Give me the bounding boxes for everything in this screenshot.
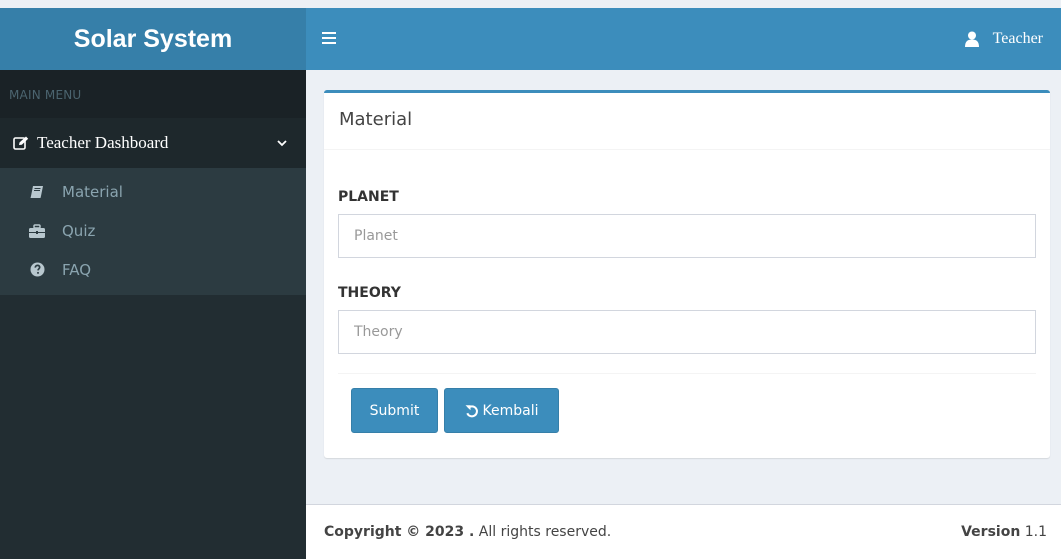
planet-input[interactable] xyxy=(338,214,1036,258)
material-form-box: Material PLANET THEORY Submit Kembali xyxy=(324,90,1050,458)
submit-button[interactable]: Submit xyxy=(351,388,438,433)
sidebar-item-label: FAQ xyxy=(62,260,92,279)
copyright-bold: Copyright © 2023 . xyxy=(324,524,475,540)
chevron-down-icon xyxy=(274,139,290,147)
undo-icon xyxy=(465,404,479,418)
copyright-text: Copyright © 2023 . All rights reserved. xyxy=(324,524,961,540)
briefcase-icon xyxy=(28,223,46,239)
back-button[interactable]: Kembali xyxy=(444,388,559,433)
user-menu[interactable]: Teacher xyxy=(964,8,1043,70)
sidebar-item-material[interactable]: Material xyxy=(0,172,306,211)
sidebar-submenu: Material Quiz FAQ xyxy=(0,168,306,295)
sidebar-item-teacher-dashboard[interactable]: Teacher Dashboard xyxy=(0,118,306,168)
box-title: Material xyxy=(324,93,1050,150)
version-value: 1.1 xyxy=(1020,524,1047,540)
edit-icon xyxy=(13,136,31,150)
page-footer: Copyright © 2023 . All rights reserved. … xyxy=(306,504,1061,559)
theory-input[interactable] xyxy=(338,310,1036,354)
form-divider xyxy=(338,373,1036,374)
theory-label: THEORY xyxy=(338,285,401,301)
sidebar-item-quiz[interactable]: Quiz xyxy=(0,211,306,250)
sidebar-item-label: Quiz xyxy=(62,221,96,240)
sidebar: MAIN MENU Teacher Dashboard Material Qui… xyxy=(0,70,306,559)
user-name: Teacher xyxy=(992,30,1043,47)
version-text: Version 1.1 xyxy=(961,524,1047,540)
sidebar-item-faq[interactable]: FAQ xyxy=(0,250,306,289)
back-button-label: Kembali xyxy=(482,402,539,419)
sidebar-item-label: Material xyxy=(62,182,123,201)
book-icon xyxy=(28,184,46,200)
app-logo[interactable]: Solar System xyxy=(0,8,306,70)
top-navbar: Teacher xyxy=(306,8,1061,70)
sidebar-item-label: Teacher Dashboard xyxy=(37,133,169,152)
copyright-rest: All rights reserved. xyxy=(474,524,612,540)
user-icon xyxy=(964,31,979,47)
sidebar-toggle-icon[interactable] xyxy=(322,32,336,44)
sidebar-menu-header: MAIN MENU xyxy=(0,70,306,118)
version-label: Version xyxy=(961,524,1021,540)
question-circle-icon xyxy=(28,262,46,278)
planet-label: PLANET xyxy=(338,189,399,205)
